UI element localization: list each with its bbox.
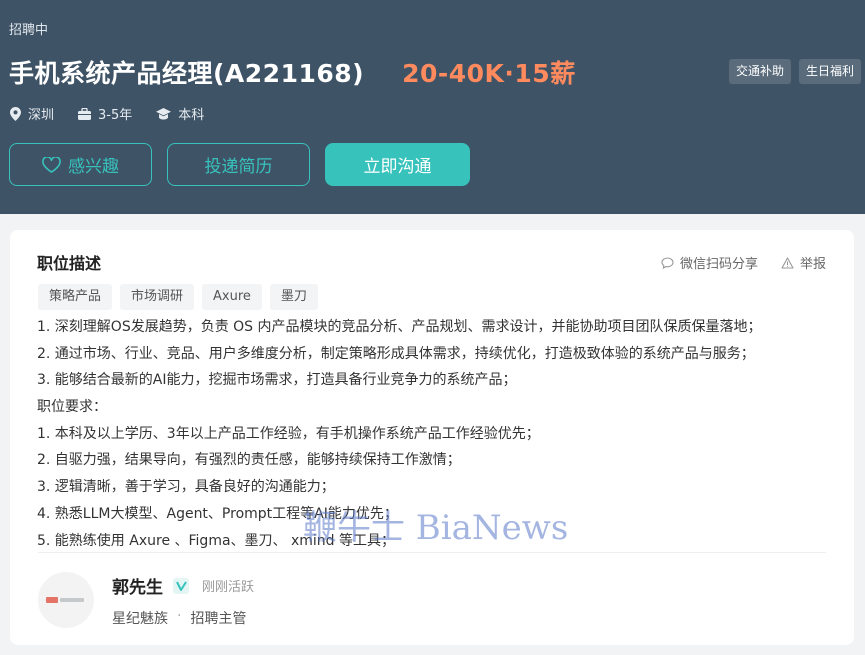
perk-tag: 生日福利 [798, 59, 861, 84]
section-title: 职位描述 [37, 254, 102, 273]
perk-tag: 交通补助 [728, 59, 791, 84]
skill-tag: 策略产品 [38, 284, 113, 310]
meta-location: 深圳 [10, 104, 54, 123]
description-line: 1. 深刻理解OS发展趋势，负责 OS 内产品模块的竞品分析、产品规划、需求设计… [37, 319, 762, 335]
perks: 交通补助 生日福利 [728, 59, 861, 84]
divider [38, 552, 826, 553]
job-detail-card: 职位描述 微信扫码分享 举报 策略产品 市场调研 Axure 墨刀 1. 深刻理… [10, 230, 854, 645]
chat-button[interactable]: 立即沟通 [325, 143, 470, 186]
location-text: 深圳 [28, 108, 55, 123]
skill-tag: 墨刀 [269, 284, 318, 310]
job-header: 招聘中 手机系统产品经理(A221168) 20-40K·15薪 交通补助 生日… [0, 0, 865, 214]
warning-icon [781, 256, 794, 269]
action-buttons: 感兴趣 投递简历 立即沟通 [9, 143, 470, 186]
recruiter-name: 郭先生 [112, 578, 163, 598]
skill-tag: Axure [202, 284, 262, 310]
share-label: 微信扫码分享 [679, 257, 758, 272]
briefcase-icon [78, 107, 92, 120]
location-pin-icon [10, 106, 21, 121]
experience-text: 3-5年 [98, 108, 133, 123]
job-title: 手机系统产品经理(A221168) [9, 59, 365, 88]
chat-bubble-icon [661, 256, 674, 269]
requirements-heading: 职位要求： [37, 399, 107, 416]
share-wechat-button[interactable]: 微信扫码分享 [661, 253, 758, 272]
description-line: 2. 自驱力强，结果导向，有强烈的责任感，能够持续保持工作激情； [37, 452, 461, 469]
skill-tag: 市场调研 [120, 284, 195, 310]
description-line: 2. 通过市场、行业、竞品、用户多维度分析，制定策略形成具体需求，持续优化，打造… [37, 345, 755, 362]
recruiter-company: 星纪魅族 [112, 611, 168, 627]
interest-label: 感兴趣 [68, 157, 119, 177]
active-status: 刚刚活跃 [202, 580, 255, 595]
salary: 20-40K·15薪 [402, 59, 576, 88]
card-actions: 微信扫码分享 举报 [638, 253, 826, 272]
heart-icon [42, 156, 61, 173]
meta-experience: 3-5年 [78, 104, 132, 123]
job-status: 招聘中 [9, 23, 49, 38]
job-description: 1. 深刻理解OS发展趋势，负责 OS 内产品模块的竞品分析、产品规划、需求设计… [37, 314, 837, 554]
description-line: 5. 能熟练使用 Axure 、Figma、墨刀、 xmind 等工具； [37, 532, 396, 549]
title-row: 手机系统产品经理(A221168) 20-40K·15薪 [9, 54, 576, 90]
report-button[interactable]: 举报 [781, 253, 826, 272]
description-line: 3. 逻辑清晰，善于学习，具备良好的沟通能力； [37, 479, 335, 496]
recruiter-name-row: 郭先生 刚刚活跃 [112, 573, 254, 598]
apply-button[interactable]: 投递简历 [167, 143, 310, 186]
separator-dot: · [177, 608, 182, 624]
interest-button[interactable]: 感兴趣 [9, 143, 152, 186]
skill-tags: 策略产品 市场调研 Axure 墨刀 [38, 284, 318, 310]
recruiter-avatar[interactable] [38, 572, 94, 628]
description-line: 4. 熟悉LLM大模型、Agent、Prompt工程等AI能力优先； [37, 505, 398, 522]
graduation-cap-icon [156, 107, 172, 119]
description-line: 3. 能够结合最新的AI能力，挖掘市场需求，打造具备行业竞争力的系统产品； [37, 372, 517, 389]
job-meta: 深圳 3-5年 本科 [10, 104, 228, 123]
company-logo-icon [46, 597, 84, 603]
education-text: 本科 [178, 108, 205, 123]
recruiter-role: 招聘主管 [190, 611, 247, 627]
verified-badge-icon [173, 577, 189, 594]
report-label: 举报 [799, 257, 826, 272]
meta-education: 本科 [156, 104, 204, 123]
recruiter-info: 星纪魅族 · 招聘主管 [112, 608, 246, 628]
description-line: 1. 本科及以上学历、3年以上产品工作经验，有手机操作系统产品工作经验优先； [37, 425, 540, 442]
